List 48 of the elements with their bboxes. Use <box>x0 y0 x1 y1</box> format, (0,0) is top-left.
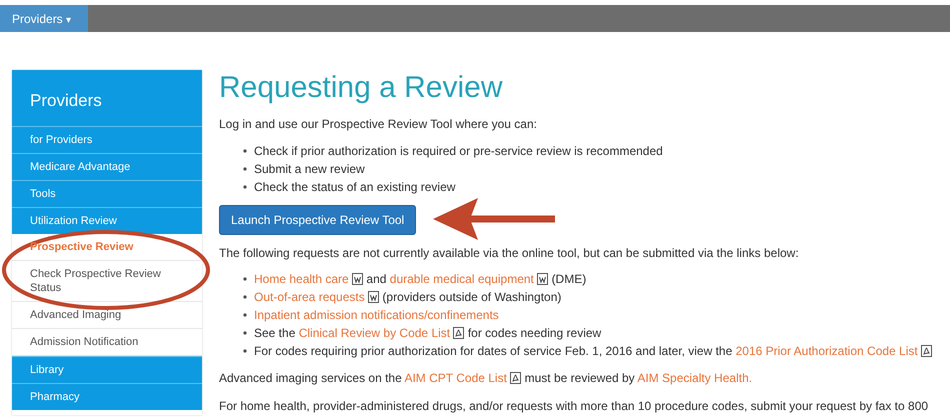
document-link[interactable]: AIM CPT Code List <box>404 371 507 385</box>
sidebar-section-link[interactable]: Pharmacy <box>12 382 202 410</box>
sidebar-section-link[interactable]: Library <box>12 356 202 382</box>
document-link[interactable]: durable medical equipment <box>390 272 534 286</box>
intro-text: Log in and use our Prospective Review Tool where you can: <box>219 116 538 133</box>
document-link[interactable]: Inpatient admission notifications/confinements <box>254 308 499 322</box>
body-text: for codes needing review <box>468 326 602 340</box>
feature-item: Submit a new review <box>254 161 365 178</box>
sidebar-section-link[interactable]: Tools <box>12 180 202 206</box>
sidebar-subitem[interactable]: Admission Notification <box>12 328 202 356</box>
bullet-icon <box>243 331 247 335</box>
body-text: and <box>366 272 386 286</box>
fax-note-text: For home health, provider-administered drugs, and/or requests with more than 10 procedure codes, submit your request by fax to 800 <box>219 398 930 415</box>
requests-intro-text: The following requests are not currently available via the online tool, but can be submitted via the links below: <box>219 245 800 262</box>
sidebar-section-link[interactable]: Medicare Advantage <box>12 152 202 180</box>
body-text: See the <box>254 326 296 340</box>
bullet-icon <box>243 149 247 153</box>
bullet-icon <box>243 277 247 281</box>
providers-menu-button[interactable]: Providers ▾ <box>0 5 88 32</box>
body-text: (providers outside of Washington) <box>382 290 562 304</box>
pdf-document-icon <box>453 327 464 339</box>
feature-item: Check the status of an existing review <box>254 179 456 196</box>
document-link[interactable]: Clinical Review by Code List <box>298 326 450 340</box>
body-text: Advanced imaging services on the <box>219 371 402 385</box>
bullet-icon <box>243 295 247 299</box>
pdf-document-icon <box>921 345 932 357</box>
document-link[interactable]: 2016 Prior Authorization Code List <box>736 344 918 358</box>
feature-item: Check if prior authorization is required or pre-service review is recommended <box>254 143 663 160</box>
body-text: (DME) <box>552 272 586 286</box>
bullet-icon <box>243 185 247 189</box>
sidebar-section-link[interactable]: for Providers <box>12 126 202 152</box>
document-link[interactable]: Out-of-area requests <box>254 290 365 304</box>
page-title: Requesting a Review <box>219 70 504 106</box>
sidebar-subitem[interactable]: Check Prospective Review Status <box>12 260 202 302</box>
bullet-icon <box>243 313 247 317</box>
sidebar-section-link[interactable]: Utilization Review <box>12 206 202 234</box>
bullet-icon <box>243 167 247 171</box>
sidebar-title: Providers <box>12 70 202 126</box>
word-document-icon <box>537 273 548 285</box>
word-document-icon <box>352 273 364 285</box>
launch-tool-button[interactable]: Launch Prospective Review Tool <box>219 205 416 235</box>
pdf-document-icon <box>510 372 522 384</box>
body-text: For codes requiring prior authorization for dates of service Feb. 1, 2016 and later, view the <box>254 344 732 358</box>
bullet-icon <box>243 349 247 353</box>
body-text: must be reviewed by <box>524 371 635 385</box>
word-document-icon <box>368 291 380 303</box>
document-link[interactable]: Home health care <box>254 272 349 286</box>
document-link[interactable]: AIM Specialty Health. <box>637 371 752 385</box>
